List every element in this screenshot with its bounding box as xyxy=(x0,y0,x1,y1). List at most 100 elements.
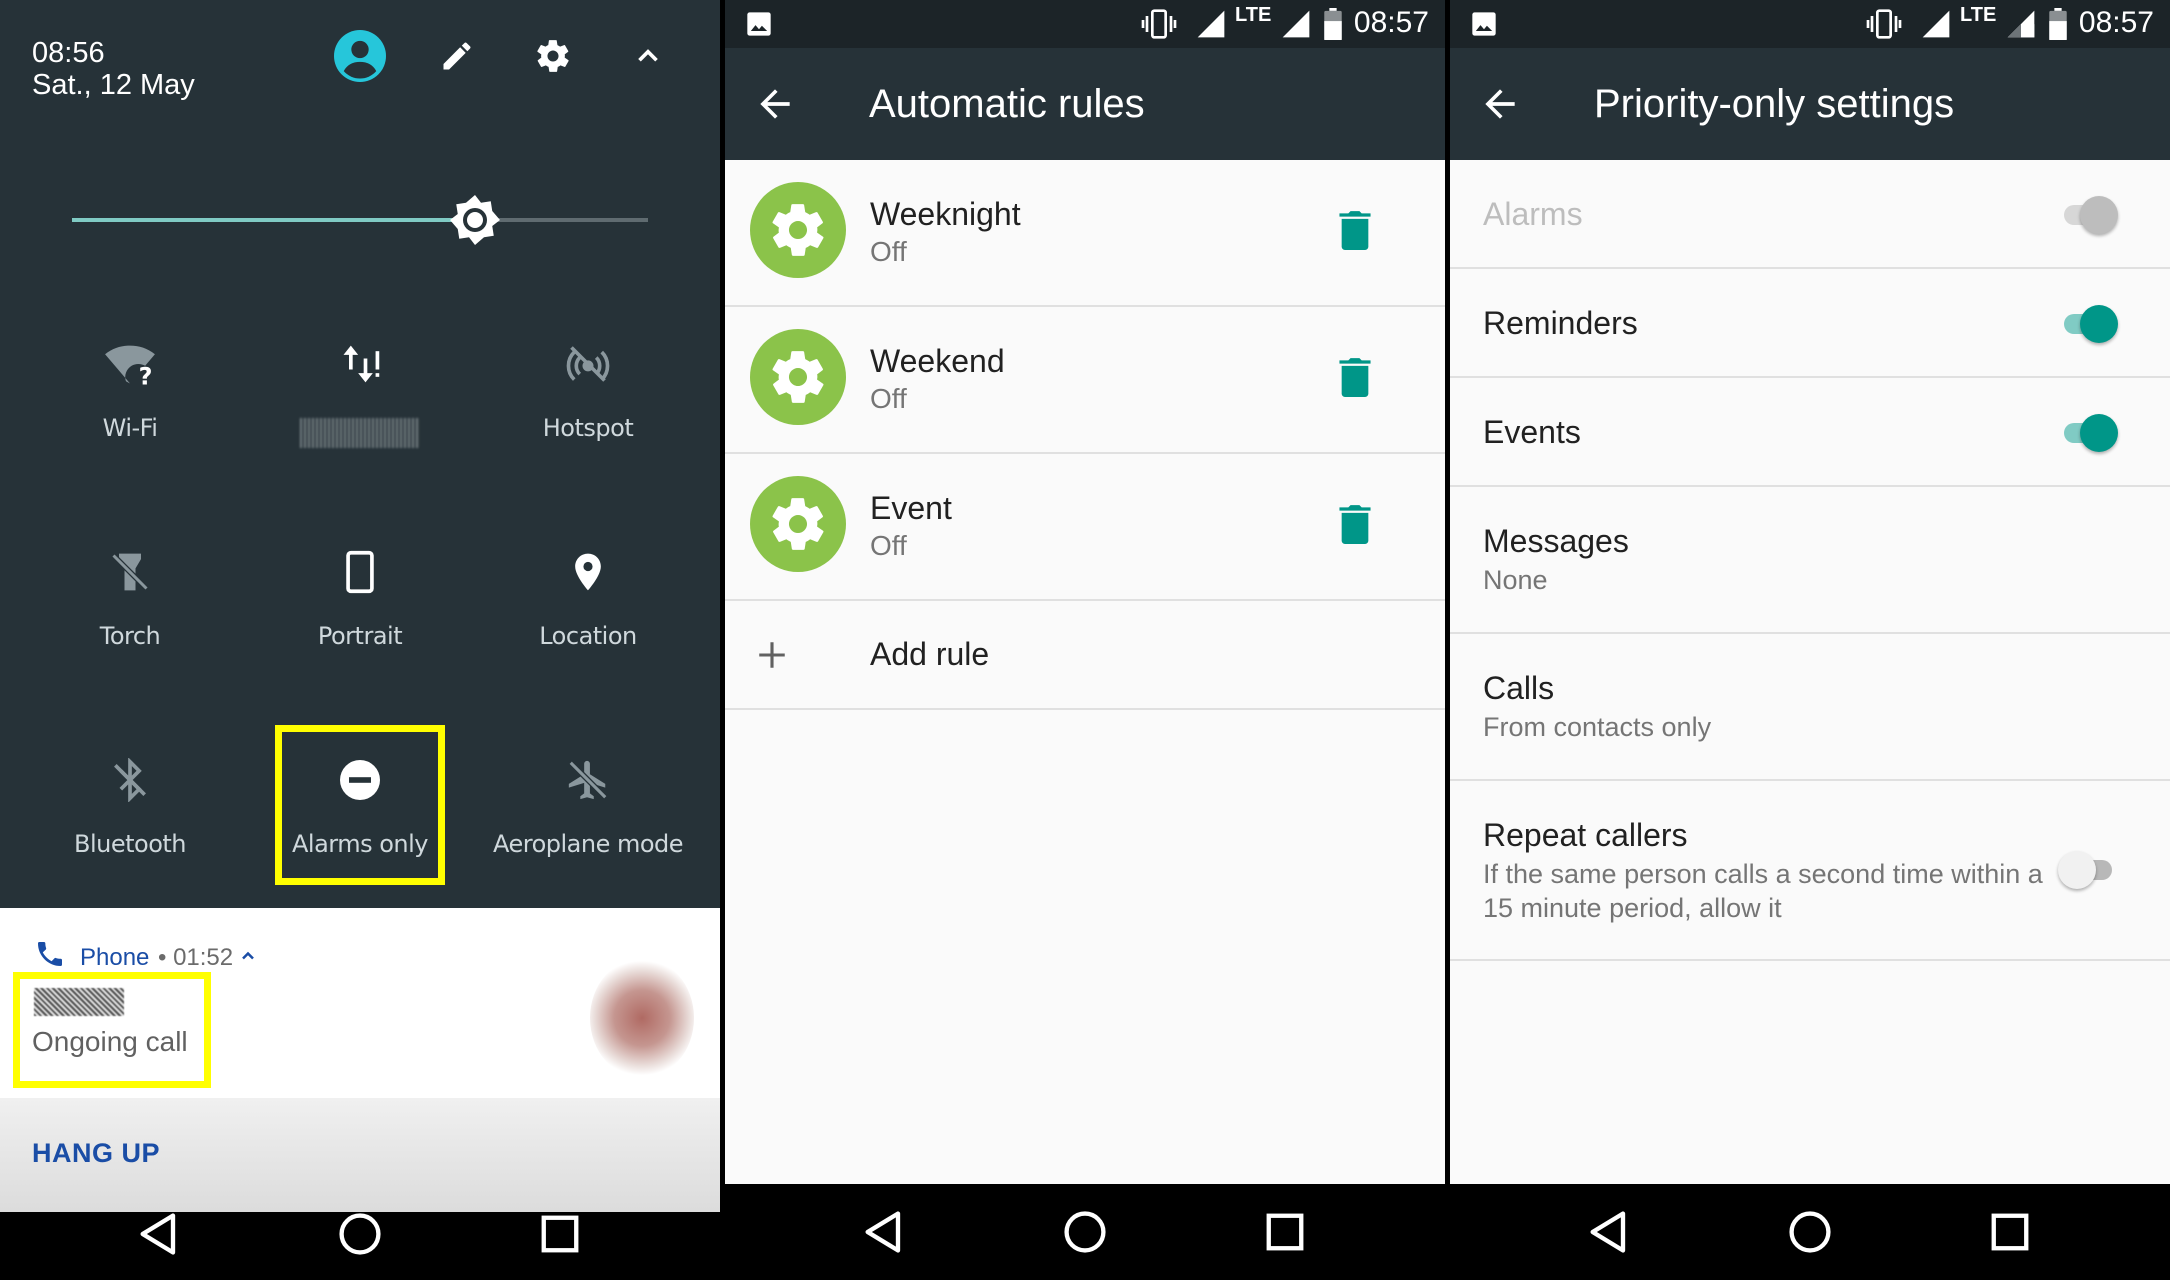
rule-item-event[interactable]: Event Off xyxy=(725,454,1445,601)
status-time: 08:57 xyxy=(1353,6,1429,39)
collapse-icon[interactable] xyxy=(618,26,678,86)
pref-title: Repeat callers xyxy=(1483,817,1688,853)
rule-gear-icon xyxy=(750,329,846,425)
rule-gear-icon xyxy=(750,476,846,572)
hang-up-button[interactable]: HANG UP xyxy=(32,1138,160,1169)
back-icon[interactable] xyxy=(859,1206,911,1258)
call-notification[interactable]: Phone • 01:52 Ongoing call xyxy=(0,908,720,1098)
pref-summary: None xyxy=(1483,565,1548,595)
vibrate-icon xyxy=(1140,8,1178,40)
tile-label: Location xyxy=(539,622,637,650)
status-time: 08:57 xyxy=(2078,6,2154,39)
settings-icon[interactable] xyxy=(523,26,583,86)
tile-mobile-data[interactable] xyxy=(250,336,470,496)
pref-title: Alarms xyxy=(1483,196,1583,232)
notification-elapsed: • 01:52 xyxy=(158,944,234,971)
back-icon[interactable] xyxy=(1584,1206,1636,1258)
back-arrow-icon[interactable] xyxy=(753,82,797,126)
priority-settings-screen: LTE 08:57 Priority-only settings Alarms … xyxy=(1450,0,2170,1280)
pref-title: Messages xyxy=(1483,523,1629,559)
image-notification-icon xyxy=(745,10,773,38)
rule-item-weekend[interactable]: Weekend Off xyxy=(725,307,1445,454)
caller-avatar xyxy=(590,958,694,1078)
home-icon[interactable] xyxy=(334,1208,386,1260)
bluetooth-off-icon xyxy=(102,752,158,808)
page-title: Priority-only settings xyxy=(1594,82,1955,126)
events-toggle[interactable] xyxy=(2058,408,2118,458)
tile-location[interactable]: Location xyxy=(478,544,698,704)
vibrate-icon xyxy=(1865,8,1903,40)
reminders-toggle[interactable] xyxy=(2058,299,2118,349)
pref-messages[interactable]: Messages None xyxy=(1450,487,2170,634)
recents-icon[interactable] xyxy=(1259,1206,1311,1258)
hotspot-off-icon xyxy=(560,336,616,392)
switch-thumb xyxy=(2080,305,2118,343)
recents-icon[interactable] xyxy=(534,1208,586,1260)
tile-bluetooth[interactable]: Bluetooth xyxy=(20,752,240,912)
pref-summary: From contacts only xyxy=(1483,712,1712,742)
tile-portrait[interactable]: Portrait xyxy=(250,544,470,704)
portrait-icon xyxy=(332,544,388,600)
tile-hotspot[interactable]: Hotspot xyxy=(478,336,698,496)
account-icon[interactable] xyxy=(330,26,390,86)
rule-name: Event xyxy=(870,490,952,526)
rule-gear-icon xyxy=(750,182,846,278)
switch-thumb xyxy=(2058,851,2096,889)
delete-icon[interactable] xyxy=(1338,357,1372,397)
home-icon[interactable] xyxy=(1059,1206,1111,1258)
app-bar: Automatic rules xyxy=(725,48,1445,160)
brightness-thumb-icon[interactable] xyxy=(445,190,505,250)
pref-calls[interactable]: Calls From contacts only xyxy=(1450,634,2170,781)
rule-item-weeknight[interactable]: Weeknight Off xyxy=(725,160,1445,307)
date: Sat., 12 May xyxy=(32,69,195,101)
lte-label: LTE xyxy=(1960,4,1997,26)
navigation-bar xyxy=(1450,1184,2170,1280)
back-icon[interactable] xyxy=(134,1208,186,1260)
tile-aeroplane-mode[interactable]: Aeroplane mode xyxy=(478,752,698,912)
pref-repeat-callers[interactable]: Repeat callers If the same person calls … xyxy=(1450,781,2170,961)
add-rule-label: Add rule xyxy=(870,636,990,672)
pref-reminders[interactable]: Reminders xyxy=(1450,269,2170,378)
wifi-unknown-icon: ? xyxy=(102,336,158,392)
signal-icon xyxy=(1195,8,1227,40)
location-icon xyxy=(560,544,616,600)
repeat-callers-toggle[interactable] xyxy=(2058,845,2118,895)
tile-label: Portrait xyxy=(317,622,403,650)
tile-label: Wi-Fi xyxy=(102,414,158,442)
rule-name: Weeknight xyxy=(870,196,1021,232)
battery-icon xyxy=(2048,8,2068,40)
add-rule-button[interactable]: Add rule xyxy=(725,600,1445,710)
plus-icon xyxy=(755,638,791,674)
back-arrow-icon[interactable] xyxy=(1478,82,1522,126)
rule-state: Off xyxy=(870,236,907,267)
rule-state: Off xyxy=(870,383,907,414)
delete-icon[interactable] xyxy=(1338,210,1372,250)
delete-icon[interactable] xyxy=(1338,504,1372,544)
expand-less-icon[interactable] xyxy=(238,946,260,968)
tile-torch[interactable]: Torch xyxy=(20,544,240,704)
pref-alarms[interactable]: Alarms xyxy=(1450,160,2170,269)
brightness-slider[interactable] xyxy=(72,218,648,222)
switch-thumb xyxy=(2080,196,2118,234)
tile-label-redacted xyxy=(300,418,420,448)
pref-events[interactable]: Events xyxy=(1450,378,2170,487)
tile-label: Hotspot xyxy=(542,414,634,442)
recents-icon[interactable] xyxy=(1984,1206,2036,1258)
highlight-box xyxy=(13,972,211,1088)
image-notification-icon xyxy=(1470,10,1498,38)
tile-label: Torch xyxy=(99,622,161,650)
status-bar: LTE 08:57 xyxy=(1450,0,2170,48)
svg-text:?: ? xyxy=(139,363,153,390)
pref-title: Events xyxy=(1483,414,1581,450)
tile-wifi[interactable]: ? Wi-Fi xyxy=(20,336,240,496)
switch-thumb xyxy=(2080,414,2118,452)
automatic-rules-screen: LTE 08:57 Automatic rules Weeknight Off … xyxy=(725,0,1445,1280)
clock: 08:56 xyxy=(32,37,105,69)
alarms-toggle[interactable] xyxy=(2058,190,2118,240)
airplane-off-icon xyxy=(560,752,616,808)
home-icon[interactable] xyxy=(1784,1206,1836,1258)
edit-icon[interactable] xyxy=(427,26,487,86)
rule-name: Weekend xyxy=(870,343,1005,379)
navigation-bar xyxy=(725,1184,1445,1280)
app-bar: Priority-only settings xyxy=(1450,48,2170,160)
